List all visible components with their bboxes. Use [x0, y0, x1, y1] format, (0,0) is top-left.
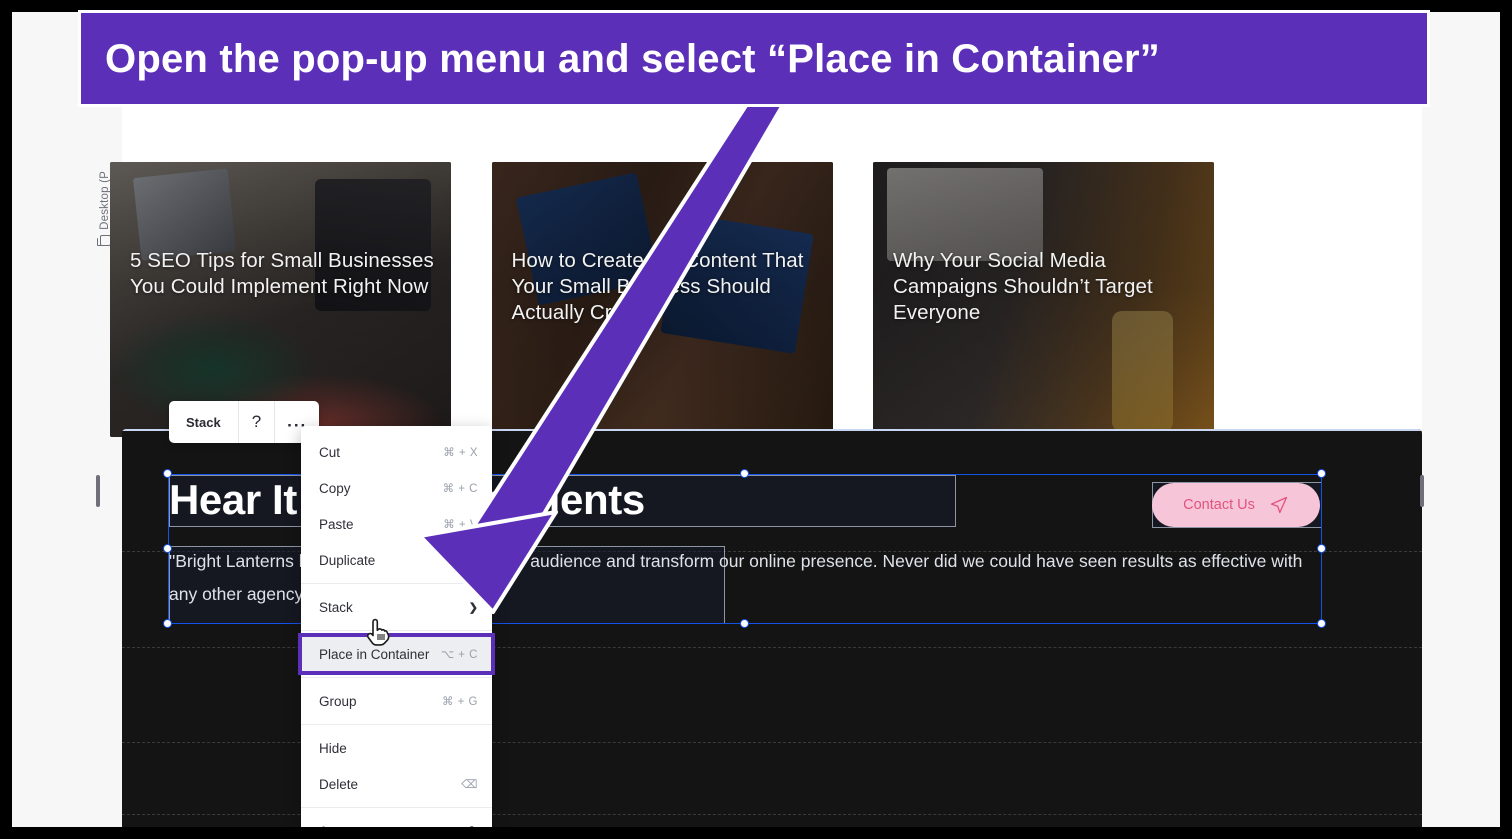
context-menu-separator [301, 583, 492, 584]
selection-handle-br[interactable] [1317, 619, 1326, 628]
context-menu-separator [301, 677, 492, 678]
context-menu-item-hide[interactable]: Hide [301, 730, 492, 766]
screenshot-root: Desktop (P 5 SEO Tips for Small Business… [0, 0, 1512, 839]
canvas-edge-tick-left [96, 475, 100, 507]
context-menu-item-label: Place in Container [319, 646, 430, 662]
context-menu-item-shortcut: ⌘ + V [443, 519, 478, 531]
help-button[interactable]: ? [239, 401, 276, 443]
context-menu-item-shortcut: ⌘ + G [441, 696, 478, 708]
selection-handle-tl[interactable] [163, 469, 172, 478]
canvas-edge-tick-right [1420, 475, 1424, 507]
context-menu-item-shortcut: ⌘ + D [442, 555, 478, 567]
instruction-banner: Open the pop-up menu and select “Place i… [78, 10, 1430, 107]
context-menu-item-shortcut: ⌥ + C [440, 649, 478, 661]
context-menu-separator [301, 724, 492, 725]
element-toolbar[interactable]: Stack ? ··· [169, 401, 320, 443]
context-menu-item-arrange[interactable]: Arrange❯ [301, 813, 492, 828]
context-menu-item-delete[interactable]: Delete ⌫ [301, 766, 492, 802]
blog-card-row: 5 SEO Tips for Small Businesses You Coul… [12, 162, 1312, 437]
context-menu-item-stack[interactable]: Stack ❯ [301, 589, 492, 625]
blog-card[interactable]: How to Create the Content That Your Smal… [491, 162, 833, 437]
selection-handle-tr[interactable] [1317, 469, 1326, 478]
context-menu-item-copy[interactable]: Copy ⌘ + C [301, 470, 492, 506]
context-menu-item-label: Group [319, 693, 357, 709]
context-menu-item-paste[interactable]: Paste ⌘ + V [301, 506, 492, 542]
selection-handle-ml[interactable] [163, 544, 172, 553]
context-menu-item-shortcut: ⌘ + X [443, 447, 478, 459]
context-menu-separator [301, 630, 492, 631]
card-title: How to Create the Content That Your Smal… [511, 249, 804, 324]
context-menu-item-label: Arrange [319, 824, 469, 828]
instruction-text: Open the pop-up menu and select “Place i… [105, 36, 1160, 81]
design-editor-canvas[interactable]: Desktop (P 5 SEO Tips for Small Business… [12, 12, 1500, 827]
context-menu-item-shortcut: ⌘ + C [442, 483, 478, 495]
context-menu-item-group[interactable]: Group ⌘ + G [301, 683, 492, 719]
submenu-chevron-right-icon: ❯ [469, 825, 478, 828]
selection-handle-bc[interactable] [740, 619, 749, 628]
context-menu-item-label: Duplicate [319, 552, 376, 568]
card-title: Why Your Social Media Campaigns Shouldn’… [893, 249, 1153, 324]
context-menu-item-label: Hide [319, 740, 347, 756]
context-menu-item-label: Delete [319, 776, 359, 792]
pointing-hand-cursor [366, 618, 390, 646]
card-title: 5 SEO Tips for Small Businesses You Coul… [130, 249, 434, 298]
element-type-button[interactable]: Stack [169, 401, 239, 443]
context-menu-separator [301, 807, 492, 808]
context-menu-item-label: Cut [319, 444, 341, 460]
blog-card[interactable]: 5 SEO Tips for Small Businesses You Coul… [110, 162, 451, 437]
context-menu-item-shortcut: ⌫ [461, 779, 478, 791]
submenu-chevron-right-icon: ❯ [468, 601, 478, 614]
context-menu-item-cut[interactable]: Cut ⌘ + X [301, 434, 492, 470]
blog-card[interactable]: Why Your Social Media Campaigns Shouldn’… [873, 162, 1214, 437]
context-menu-item-label: Copy [319, 480, 351, 496]
selection-handle-tc[interactable] [740, 469, 749, 478]
context-menu-item-duplicate[interactable]: Duplicate ⌘ + D [301, 542, 492, 578]
context-menu[interactable]: Cut ⌘ + X Copy ⌘ + C Paste ⌘ + V Duplicate ⌘ + … [298, 426, 495, 828]
selection-handle-bl[interactable] [163, 619, 172, 628]
context-menu-item-label: Paste [319, 516, 354, 532]
selection-handle-mr[interactable] [1317, 544, 1326, 553]
context-menu-item-label: Stack [319, 599, 353, 615]
context-menu-item-place-in-container[interactable]: Place in Container ⌥ + C [298, 633, 495, 675]
